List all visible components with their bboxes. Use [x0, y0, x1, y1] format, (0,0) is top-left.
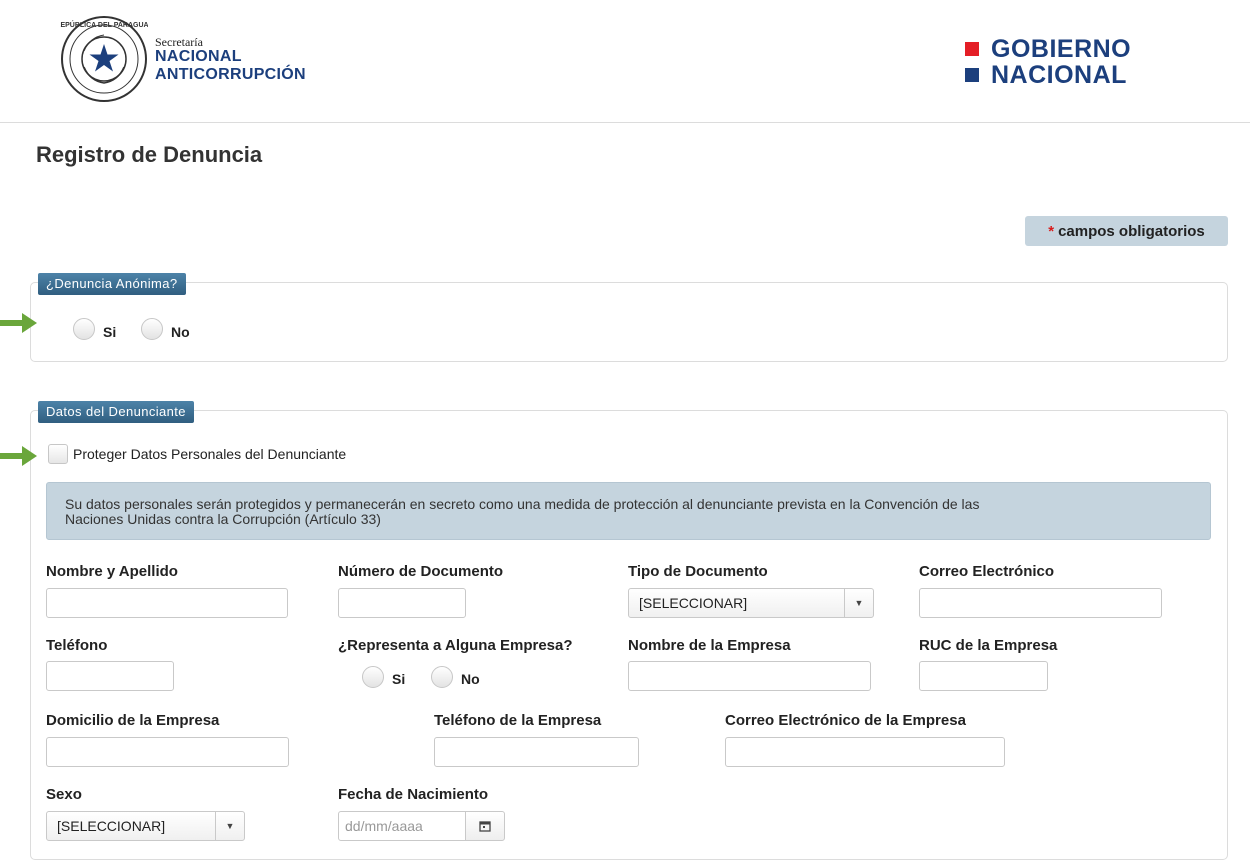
birth-date-placeholder: dd/mm/aaaa [345, 818, 423, 834]
birth-date-label: Fecha de Nacimiento [338, 786, 489, 803]
nacional-text: NACIONAL [991, 60, 1127, 89]
doc-type-value: [SELECCIONAR] [639, 595, 748, 611]
chevron-down-icon[interactable]: ▼ [844, 589, 873, 617]
required-fields-label: campos obligatorios [1058, 222, 1205, 240]
blue-square-icon [965, 68, 979, 82]
sex-label: Sexo [46, 786, 82, 803]
sex-value: [SELECCIONAR] [57, 818, 166, 834]
represents-no-label: No [461, 671, 480, 687]
doc-type-label: Tipo de Documento [628, 563, 768, 580]
sex-select[interactable]: [SELECCIONAR] ▼ [46, 811, 245, 841]
represents-yes-radio[interactable] [362, 666, 384, 688]
protect-data-checkbox[interactable] [48, 444, 68, 464]
green-arrow-icon [0, 446, 37, 466]
company-address-label: Domicilio de la Empresa [46, 712, 220, 729]
represents-company-label: ¿Representa a Alguna Empresa? [338, 637, 573, 654]
doc-number-input[interactable] [338, 588, 466, 618]
protect-data-label: Proteger Datos Personales del Denunciant… [73, 446, 347, 462]
page-title: Registro de Denuncia [36, 142, 263, 167]
company-name-label: Nombre de la Empresa [628, 637, 791, 654]
company-email-label: Correo Electrónico de la Empresa [725, 712, 966, 729]
anonymous-legend: ¿Denuncia Anónima? [38, 273, 186, 295]
calendar-button[interactable] [465, 811, 505, 841]
doc-number-label: Número de Documento [338, 563, 504, 580]
calendar-icon [479, 821, 491, 832]
anonymous-no-radio[interactable] [141, 318, 163, 340]
green-arrow-icon [0, 313, 37, 333]
name-label: Nombre y Apellido [46, 563, 178, 580]
company-name-input[interactable] [628, 661, 871, 691]
email-label: Correo Electrónico [919, 563, 1055, 580]
phone-label: Teléfono [46, 637, 108, 654]
company-email-input[interactable] [725, 737, 1005, 767]
birth-date-input[interactable]: dd/mm/aaaa [338, 811, 466, 841]
protection-info-box: Su datos personales serán protegidos y p… [46, 482, 1211, 540]
anonymous-yes-label: Si [103, 324, 117, 340]
gobierno-text: GOBIERNO [991, 34, 1132, 63]
represents-yes-label: Si [392, 671, 406, 687]
email-input[interactable] [919, 588, 1162, 618]
secretaria-line2: ANTICORRUPCIÓN [155, 66, 306, 83]
company-ruc-input[interactable] [919, 661, 1048, 691]
seal-text: REPÚBLICA DEL PARAGUAY [60, 20, 148, 29]
company-ruc-label: RUC de la Empresa [919, 637, 1058, 654]
company-phone-input[interactable] [434, 737, 639, 767]
paraguay-seal-icon: REPÚBLICA DEL PARAGUAY [60, 16, 148, 102]
anonymous-fieldset [30, 282, 1228, 362]
name-input[interactable] [46, 588, 288, 618]
chevron-down-icon[interactable]: ▼ [215, 812, 244, 840]
anonymous-yes-radio[interactable] [73, 318, 95, 340]
represents-no-radio[interactable] [431, 666, 453, 688]
red-square-icon [965, 42, 979, 56]
required-fields-badge: * campos obligatorios [1025, 216, 1228, 246]
protection-info-line1: Su datos personales serán protegidos y p… [65, 496, 980, 512]
protection-info-line2: Naciones Unidas contra la Corrupción (Ar… [65, 511, 381, 527]
company-phone-label: Teléfono de la Empresa [434, 712, 602, 729]
anonymous-no-label: No [171, 324, 190, 340]
phone-input[interactable] [46, 661, 174, 691]
complainant-legend: Datos del Denunciante [38, 401, 194, 423]
doc-type-select[interactable]: [SELECCIONAR] ▼ [628, 588, 874, 618]
required-star: * [1048, 222, 1055, 240]
gobierno-nacional-logo: GOBIERNO NACIONAL [965, 34, 1165, 89]
complainant-fieldset [30, 410, 1228, 860]
secretaria-line1: NACIONAL [155, 48, 242, 65]
company-address-input[interactable] [46, 737, 289, 767]
